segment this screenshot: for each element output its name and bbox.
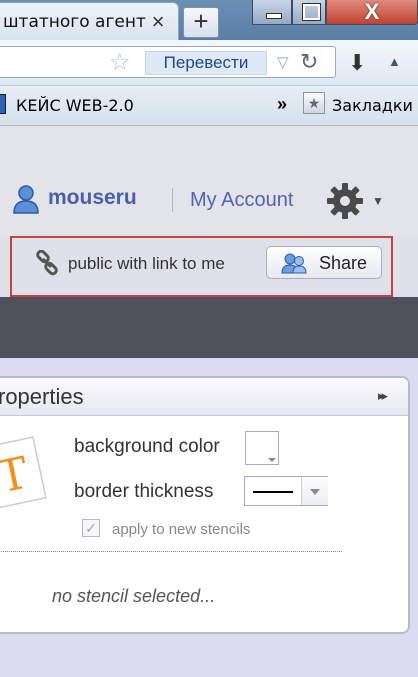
window-controls: X	[252, 0, 418, 26]
border-thickness-select[interactable]	[244, 476, 328, 506]
close-icon: X	[364, 0, 380, 24]
username[interactable]: mouseru	[48, 186, 137, 210]
people-icon	[281, 253, 307, 274]
background	[0, 636, 418, 677]
bookmarks-bar: КЕЙС WEB-2.0 » ★ Закладки	[0, 86, 418, 126]
my-account-link[interactable]: My Account	[190, 189, 293, 212]
bookmarks-overflow-button[interactable]: »	[277, 94, 287, 115]
bookmarks-menu[interactable]: Закладки	[332, 96, 413, 115]
translate-button[interactable]: Перевести	[145, 51, 267, 75]
close-icon[interactable]: ×	[147, 11, 169, 33]
reload-icon[interactable]: ↻	[300, 49, 318, 75]
dropdown-icon[interactable]: ▽	[277, 53, 289, 71]
bookmarks-folder-icon: ★	[303, 92, 325, 114]
background-color-label: background color	[74, 436, 220, 457]
collapse-icon[interactable]: ▸▸	[378, 388, 388, 404]
empty-selection-message: no stencil selected...	[52, 586, 216, 606]
border-thickness-label: border thickness	[74, 481, 214, 502]
sharing-bar: public with link to me Share	[0, 236, 418, 297]
tab-title: штатного агент	[3, 12, 146, 32]
apply-label: apply to new stencils	[112, 521, 251, 538]
divider	[172, 188, 173, 212]
minimize-button[interactable]	[252, 0, 292, 25]
properties-panel: roperties ▸▸ T background color border t…	[0, 376, 410, 634]
app-header: mouseru My Account ▼	[0, 126, 418, 236]
canvas-toolbar-band	[0, 297, 418, 358]
user-icon	[13, 185, 39, 214]
background-color-picker[interactable]	[245, 431, 279, 465]
star-icon[interactable]: ☆	[109, 48, 131, 77]
share-label: Share	[319, 253, 368, 273]
browser-tab-strip: штатного агент × + X	[0, 0, 418, 40]
chevron-down-icon[interactable]	[301, 477, 328, 505]
download-icon[interactable]: ⬇	[348, 50, 366, 76]
maximize-button[interactable]	[292, 0, 326, 25]
chevron-down-icon[interactable]: ▼	[372, 194, 384, 208]
share-button[interactable]: Share	[266, 246, 382, 279]
browser-toolbar: ☆ Перевести ▽ ↻ ⬇ ▲	[0, 40, 418, 86]
properties-title: roperties	[0, 384, 84, 409]
apply-checkbox[interactable]: ✓	[82, 519, 100, 537]
gear-icon[interactable]	[326, 182, 364, 220]
favicon-icon	[0, 94, 6, 114]
visibility-status: public with link to me	[68, 254, 225, 273]
properties-header: roperties ▸▸	[0, 378, 408, 416]
address-bar[interactable]: ☆ Перевести ▽ ↻	[0, 46, 336, 78]
bookmark-item[interactable]: КЕЙС WEB-2.0	[16, 96, 134, 115]
divider	[0, 551, 342, 552]
chevron-down-icon[interactable]: ▲	[388, 54, 401, 69]
text-stencil-icon: T	[0, 436, 47, 510]
line-sample	[253, 491, 293, 493]
window-close-button[interactable]: X	[326, 0, 418, 25]
new-tab-button[interactable]: +	[183, 7, 219, 38]
link-icon	[36, 250, 58, 276]
browser-tab[interactable]: штатного агент ×	[0, 2, 179, 40]
